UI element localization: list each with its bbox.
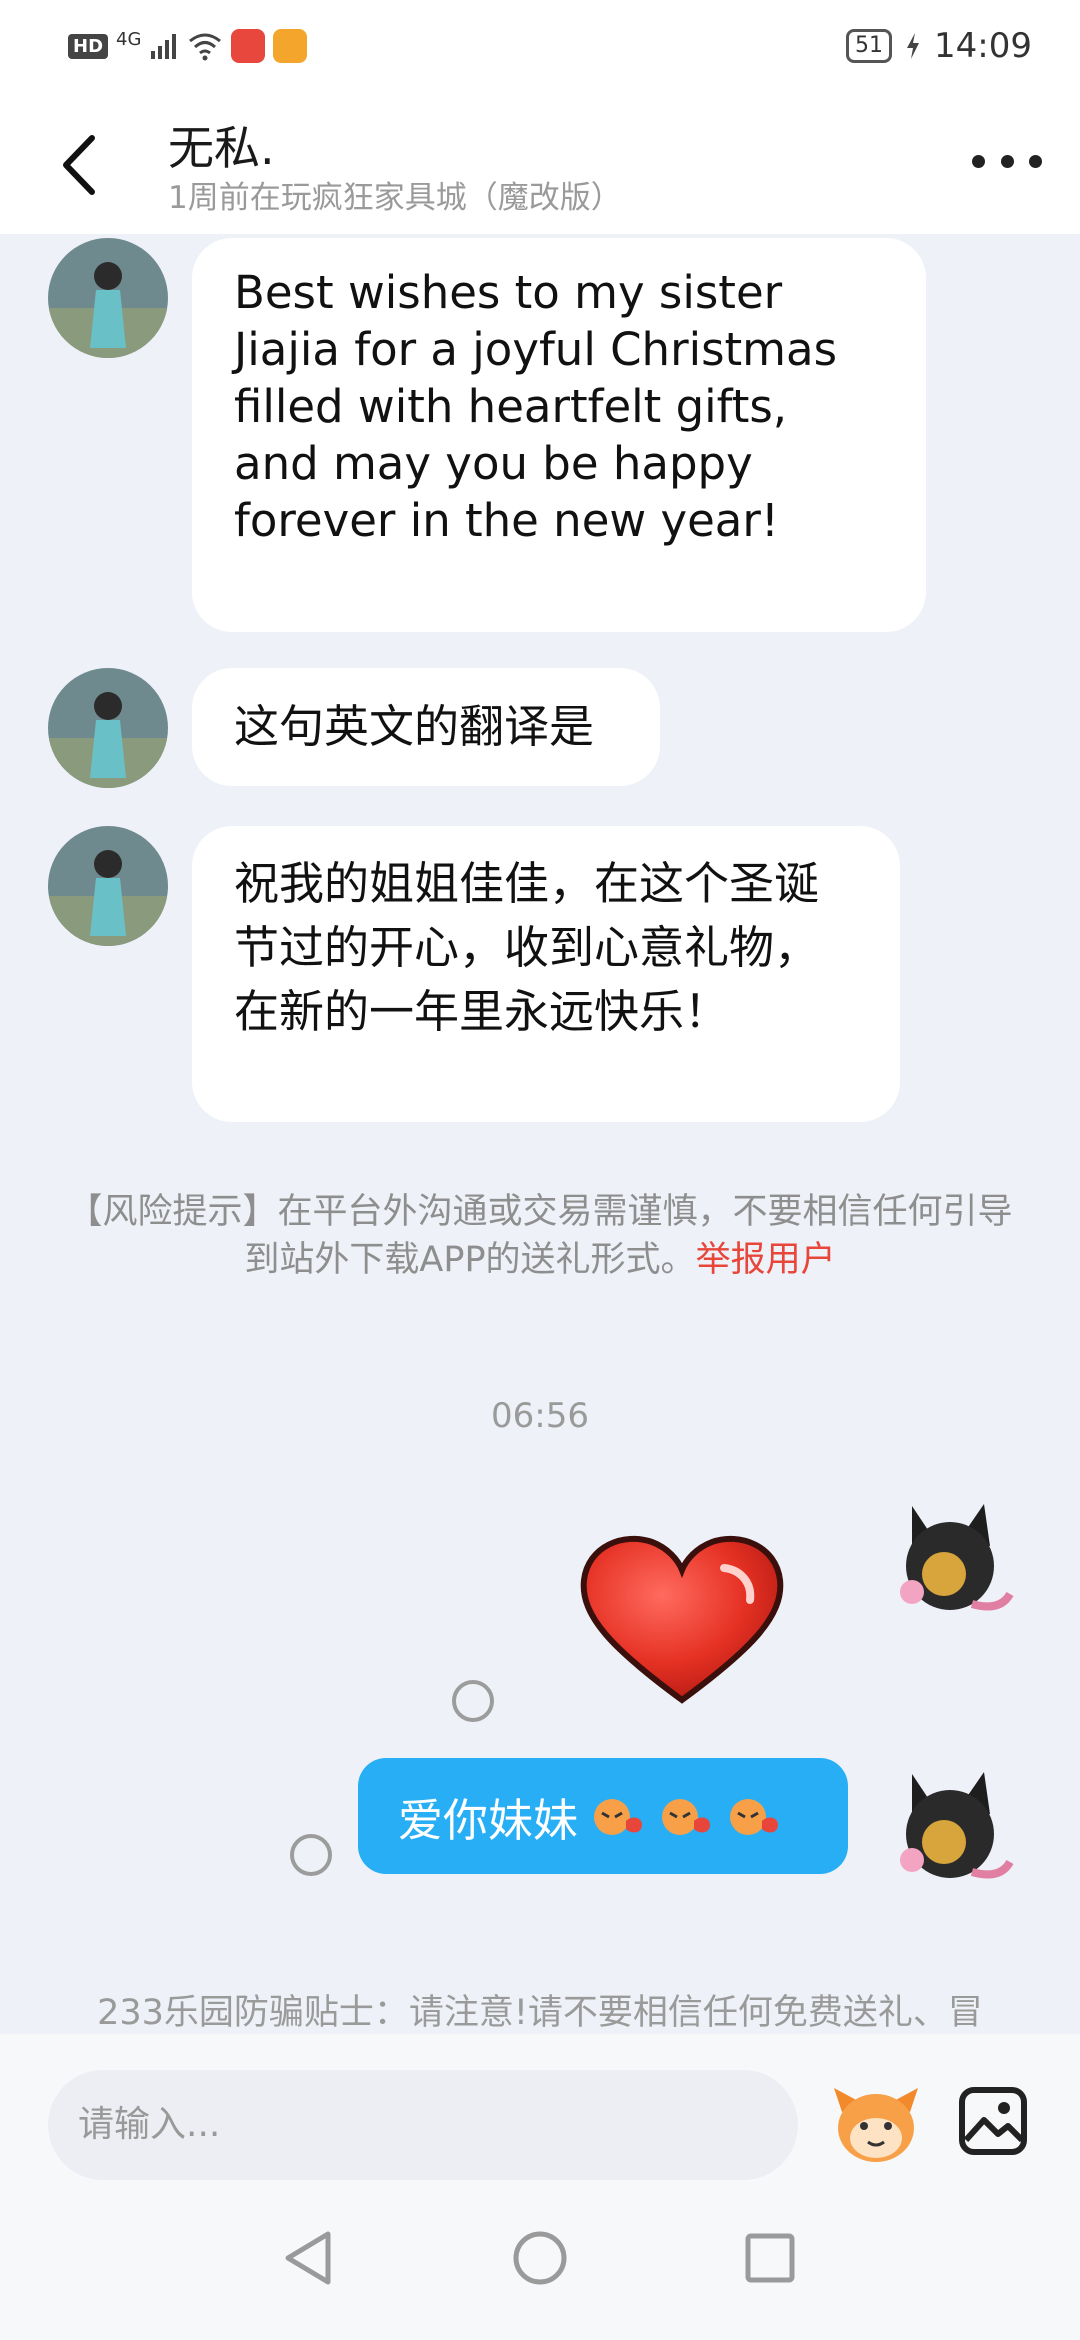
avatar-image [900,1504,1014,1611]
risk-warning-text: 【风险提示】在平台外沟通或交易需谨慎，不要相信任何引导到站外下载APP的送礼形式… [67,1192,1013,1280]
my-avatar[interactable] [872,1486,1022,1636]
more-dot [1000,154,1014,168]
contact-name: 无私. [168,121,275,175]
avatar-image [900,1772,1014,1879]
image-icon [959,2087,1027,2155]
status-right: 51 14:09 [846,26,1032,66]
message-bubble[interactable]: Best wishes to my sister Jiajia for a jo… [192,238,926,632]
video-app-icon [273,29,308,63]
nav-recent-icon [745,2233,795,2283]
more-dots-icon [972,154,985,168]
signal-icon [151,34,177,59]
nav-back-icon [285,2231,331,2285]
avatar-image [48,668,168,788]
back-arrow-icon [63,135,95,195]
wifi-icon [189,33,222,61]
my-message-bubble[interactable]: 爱你妹妹 [358,1758,848,1874]
image-button[interactable] [958,2086,1028,2156]
risk-warning: 【风险提示】在平台外沟通或交易需谨慎，不要相信任何引导到站外下载APP的送礼形式… [60,1188,1020,1284]
nav-recent-button[interactable] [740,2228,800,2288]
status-left: HD 4G [68,28,308,63]
nav-home-button[interactable] [510,2228,570,2288]
more-dot [1029,154,1042,168]
emoji-button[interactable] [830,2082,922,2166]
avatar-image [48,238,168,358]
emoji-icon [834,2088,918,2162]
avatar-image [48,826,168,946]
contact-avatar[interactable] [48,826,168,946]
heart-sticker[interactable] [574,1528,790,1708]
heart-sticker-icon [580,1535,784,1704]
emoji-sticker-icon [730,1799,779,1835]
back-button[interactable] [52,130,112,200]
my-avatar[interactable] [872,1754,1022,1904]
system-nav-bar [0,2190,1080,2340]
emoji-sticker-icon [662,1799,711,1835]
nav-home-icon [513,2231,567,2285]
hd-badge: HD [68,33,109,59]
contact-avatar[interactable] [48,668,168,788]
input-bar: 请输入... [0,2034,1080,2190]
message-bubble[interactable]: 这句英文的翻译是 [192,668,660,786]
network-label: 4G [116,28,142,50]
unread-status-icon [290,1834,332,1876]
anti-fraud-tip: 233乐园防骗贴士：请注意!请不要相信任何免费送礼、冒 [97,1993,983,2033]
shop-app-icon [231,29,266,63]
contact-avatar[interactable] [48,238,168,358]
emoji-sticker-icon [594,1799,643,1835]
unread-status-icon [452,1680,494,1722]
chat-header: 无私. 1周前在玩疯狂家具城（魔改版） [0,92,1080,234]
message-input[interactable]: 请输入... [48,2070,798,2180]
message-bubble[interactable]: 祝我的姐姐佳佳，在这个圣诞节过的开心，收到心意礼物，在新的一年里永远快乐！ [192,826,900,1122]
charging-icon [907,33,920,59]
my-message-text: 爱你妹妹 [398,1793,579,1847]
nav-back-button[interactable] [280,2228,340,2288]
battery-icon: 51 [846,29,893,63]
report-user-link[interactable]: 举报用户 [696,1240,836,1280]
contact-status: 1周前在玩疯狂家具城（魔改版） [168,180,622,216]
message-timestamp: 06:56 [491,1396,589,1436]
clock: 14:09 [934,26,1032,66]
status-bar: HD 4G 51 14:09 [0,0,1080,92]
more-options-button[interactable] [972,136,1042,186]
